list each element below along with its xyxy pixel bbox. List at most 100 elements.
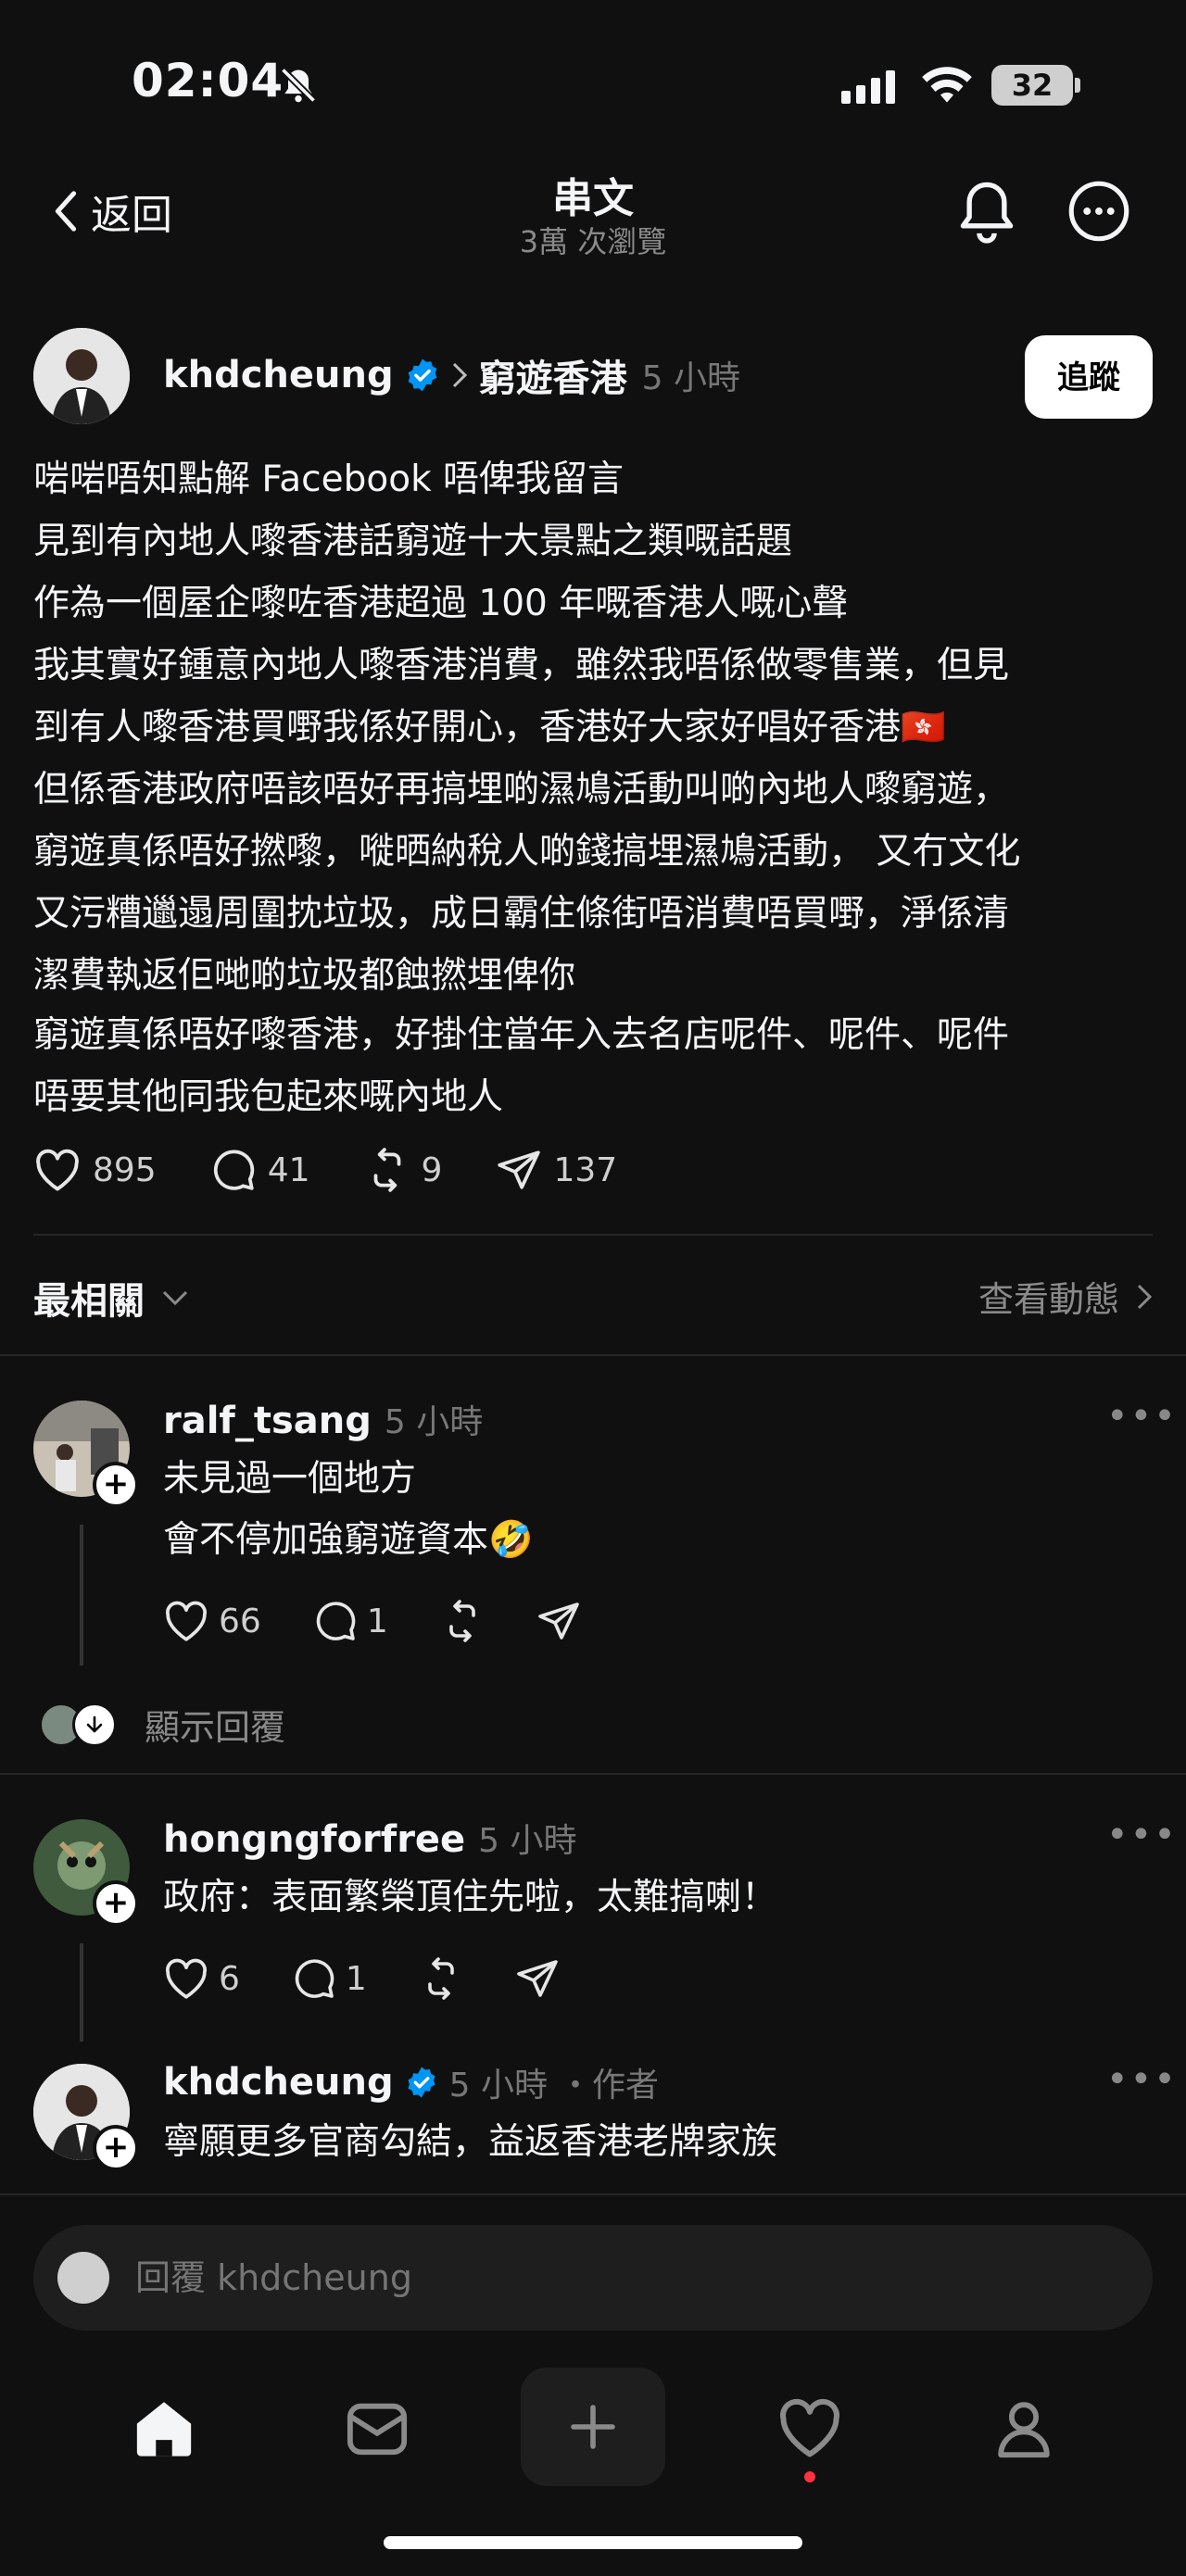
silent-bell-icon: [280, 67, 317, 104]
comment-button[interactable]: 41: [210, 1147, 310, 1193]
post-line: 窮遊真係唔好嚟香港，好掛住當年入去名店呢件、呢件、呢件: [33, 1014, 1010, 1056]
comment-button[interactable]: 1: [313, 1599, 388, 1643]
create-button[interactable]: [521, 2368, 665, 2486]
post-line: 作為一個屋企嚟咗香港超過 100 年嘅香港人嘅心聲: [33, 583, 849, 624]
share-button[interactable]: 137: [496, 1147, 617, 1193]
view-activity-link[interactable]: 查看動態: [978, 1271, 1153, 1322]
reply-actions: 6 1: [163, 1956, 612, 2001]
post-line: 我其實好鍾意內地人嚟香港消費，雖然我唔係做零售業，但見: [33, 645, 1010, 686]
reply-composer[interactable]: [33, 2225, 1153, 2331]
reply-actions: 66 1: [163, 1599, 633, 1643]
divider: [0, 2193, 1186, 2195]
reply-username[interactable]: ralf_tsang: [163, 1400, 372, 1442]
thread-line: [80, 1943, 83, 2042]
comment-icon: [295, 1959, 334, 1998]
reply-header: ralf_tsang 5 小時: [163, 1395, 483, 1443]
share-count: 137: [553, 1150, 618, 1189]
repost-icon: [448, 1600, 475, 1642]
cellular-signal-icon: [841, 70, 895, 104]
share-button[interactable]: [536, 1599, 581, 1643]
thread-line: [80, 1525, 83, 1665]
like-count: 6: [219, 1959, 240, 1998]
reply-header: khdcheung 5 小時 ・作者: [163, 2058, 659, 2106]
inbox-icon[interactable]: [345, 2397, 410, 2458]
like-button[interactable]: 895: [33, 1148, 157, 1192]
reply-line: 寧願更多官商勾結，益返香港老牌家族: [163, 2121, 778, 2163]
like-button[interactable]: 66: [163, 1600, 261, 1642]
more-options-icon[interactable]: •••: [1106, 1395, 1178, 1438]
author-tag: ・作者: [558, 2067, 659, 2105]
like-button[interactable]: 6: [163, 1957, 240, 2000]
post-time: 5 小時: [641, 359, 740, 397]
post-line: 唔要其他同我包起來嘅內地人: [33, 1076, 504, 1118]
post-line: 但係香港政府唔該唔好再搞埋啲濕鳩活動叫啲內地人嚟窮遊，: [33, 769, 1010, 810]
repost-button[interactable]: [419, 1956, 463, 2001]
reply-body: 政府：表面繁榮頂住先啦，太難搞喇！: [163, 1867, 777, 1929]
post-line: 見到有內地人嚟香港話窮遊十大景點之類嘅話題: [33, 521, 793, 562]
post-username[interactable]: khdcheung: [163, 354, 394, 396]
reply-input[interactable]: [133, 2256, 1064, 2299]
share-button[interactable]: [515, 1956, 560, 2001]
post-actions: 895 41 9 137: [33, 1147, 671, 1193]
notification-dot: [804, 2471, 815, 2482]
plus-icon: [571, 2405, 615, 2449]
like-count: 895: [93, 1150, 157, 1189]
follow-plus-badge[interactable]: +: [93, 1462, 139, 1508]
post-body: 啱啱唔知點解 Facebook 唔俾我留言 見到有內地人嚟香港話窮遊十大景點之類…: [33, 448, 1154, 1007]
reply-body: 未見過一個地方 會不停加強窮遊資本🤣: [163, 1449, 534, 1571]
battery-indicator: 32: [991, 65, 1073, 106]
post-line: 又污糟邋遢周圍抌垃圾，成日霸住條街唔消費唔買嘢，淨係清: [33, 893, 1010, 935]
repost-button[interactable]: [440, 1599, 485, 1643]
activity-heart-icon[interactable]: [776, 2397, 843, 2458]
comment-button[interactable]: 1: [292, 1956, 367, 2001]
send-icon: [498, 1150, 541, 1189]
follow-plus-badge[interactable]: +: [93, 1880, 139, 1927]
more-options-icon[interactable]: •••: [1106, 1814, 1178, 1856]
repost-button[interactable]: 9: [364, 1147, 443, 1193]
post-body-paragraph-2: 窮遊真係唔好嚟香港，好掛住當年入去名店呢件、呢件、呢件 唔要其他同我包起來嘅內地…: [33, 1004, 1154, 1128]
repost-count: 9: [421, 1150, 443, 1189]
author-avatar[interactable]: [33, 328, 130, 424]
down-arrow-icon: [72, 1702, 117, 1747]
divider: [0, 1773, 1186, 1775]
home-indicator: [384, 2536, 802, 2549]
comment-icon: [316, 1602, 356, 1640]
post-line: 潔費執返佢哋啲垃圾都蝕撚埋俾你: [33, 955, 576, 997]
reply-username[interactable]: khdcheung: [163, 2061, 394, 2104]
divider: [0, 1354, 1186, 1356]
reply-time: 5 小時: [448, 2067, 548, 2105]
more-options-icon[interactable]: [1067, 180, 1130, 243]
follow-button[interactable]: 追蹤: [1025, 335, 1153, 419]
verified-badge-icon: [408, 358, 436, 392]
comment-count: 41: [267, 1150, 310, 1189]
reply-line: 會不停加強窮遊資本🤣: [163, 1519, 534, 1561]
wifi-icon: [922, 67, 972, 103]
chevron-right-icon: [1137, 1284, 1153, 1309]
comment-count: 1: [345, 1959, 367, 1998]
show-replies-button[interactable]: 顯示回覆: [39, 1699, 285, 1750]
heart-icon: [36, 1149, 79, 1191]
reply-header: hongngforfree 5 小時: [163, 1814, 577, 1862]
home-icon[interactable]: [132, 2397, 196, 2458]
reply-line: 政府：表面繁榮頂住先啦，太難搞喇！: [163, 1877, 778, 1918]
heart-icon: [166, 1601, 207, 1641]
sort-label: 最相關: [33, 1280, 145, 1323]
show-replies-label: 顯示回覆: [145, 1707, 286, 1748]
reply-body: 寧願更多官商勾結，益返香港老牌家族: [163, 2112, 777, 2173]
profile-icon[interactable]: [991, 2395, 1056, 2460]
notification-bell-icon[interactable]: [956, 180, 1017, 245]
more-options-icon[interactable]: •••: [1106, 2058, 1178, 2101]
post-line: 啱啱唔知點解 Facebook 唔俾我留言: [33, 459, 625, 500]
verified-badge-icon: [408, 2067, 435, 2098]
topic-tag[interactable]: 窮遊香港: [479, 348, 627, 402]
reply-line: 未見過一個地方: [163, 1458, 417, 1500]
chevron-down-icon: [162, 1290, 188, 1306]
post-header: khdcheung 窮遊香港 5 小時: [163, 348, 740, 402]
divider: [33, 1234, 1153, 1236]
reply-time: 5 小時: [384, 1403, 484, 1441]
reply-username[interactable]: hongngforfree: [163, 1818, 465, 1861]
status-time: 02:04: [132, 54, 284, 107]
follow-plus-badge[interactable]: +: [93, 2125, 139, 2171]
sort-dropdown[interactable]: 最相關: [33, 1271, 189, 1325]
send-icon: [537, 1602, 579, 1640]
